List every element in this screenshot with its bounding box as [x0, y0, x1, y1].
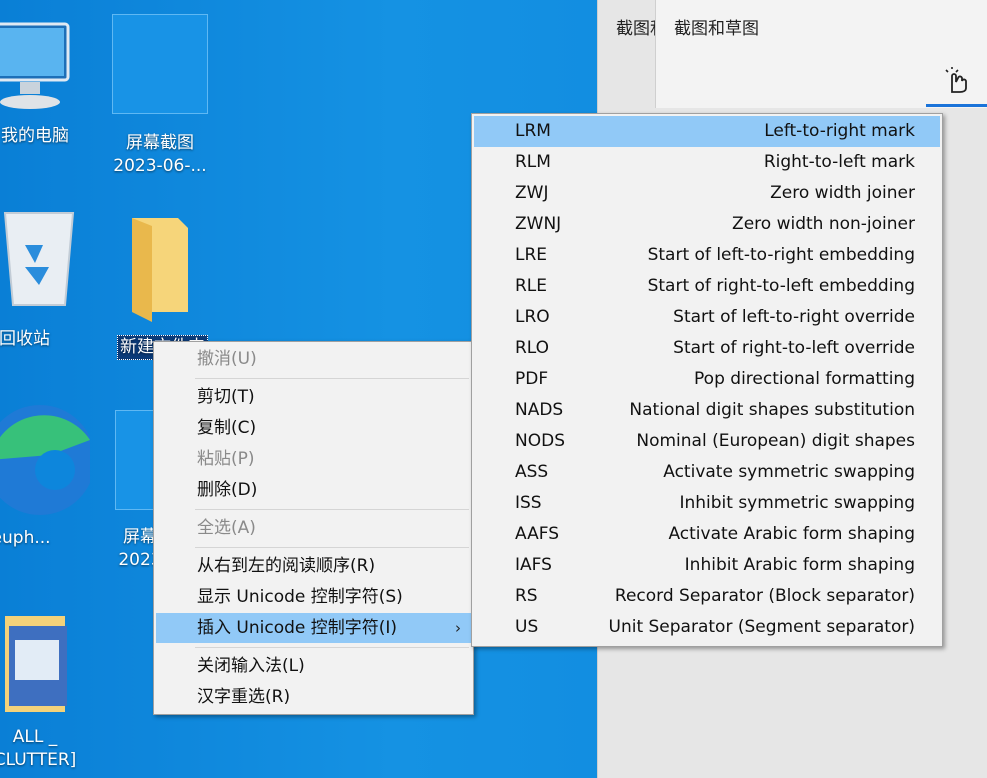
- control-description: Zero width non-joiner: [732, 214, 915, 234]
- menu-separator: [195, 378, 469, 379]
- control-code: AAFS: [515, 524, 560, 544]
- desktop-icon-label: ALL _: [12, 727, 58, 747]
- control-code: RS: [515, 586, 538, 606]
- submenu-item-aafs[interactable]: AAFS Activate Arabic form shaping: [474, 519, 940, 550]
- menu-separator: [195, 547, 469, 548]
- submenu-item-zwj[interactable]: ZWJ Zero width joiner: [474, 178, 940, 209]
- recycle-bin-icon: [3, 212, 75, 306]
- control-description: Activate Arabic form shaping: [668, 524, 915, 544]
- control-code: RLO: [515, 338, 550, 358]
- control-description: Inhibit symmetric swapping: [679, 493, 915, 513]
- control-description: Start of left-to-right override: [673, 307, 915, 327]
- control-code: LRO: [515, 307, 550, 327]
- control-description: Activate symmetric swapping: [663, 462, 915, 482]
- selected-tool-underline: [926, 104, 987, 107]
- submenu-item-nods[interactable]: NODS Nominal (European) digit shapes: [474, 426, 940, 457]
- control-description: Record Separator (Block separator): [614, 586, 915, 606]
- control-description: Start of right-to-left embedding: [647, 276, 915, 296]
- desktop-icon-label: 回收站: [0, 329, 50, 349]
- control-description: Unit Separator (Segment separator): [608, 617, 916, 637]
- submenu-item-pdf[interactable]: PDF Pop directional formatting: [474, 364, 940, 395]
- submenu-item-rlo[interactable]: RLO Start of right-to-left override: [474, 333, 940, 364]
- control-description: Pop directional formatting: [694, 369, 915, 389]
- control-code: ASS: [515, 462, 549, 482]
- control-code: NADS: [515, 400, 564, 420]
- desktop-icon-recycle-bin[interactable]: 回收站: [0, 205, 90, 351]
- submenu-item-lre[interactable]: LRE Start of left-to-right embedding: [474, 240, 940, 271]
- submenu-item-us[interactable]: US Unit Separator (Segment separator): [474, 612, 940, 643]
- menu-item-undo[interactable]: 撤消(U): [156, 344, 471, 374]
- chevron-right-icon: ›: [455, 619, 461, 637]
- desktop-icon-all-clutter[interactable]: ALL _ CLUTTER]: [0, 612, 80, 772]
- desktop-icon-label-line2: 2023-06-...: [113, 156, 207, 176]
- control-description: National digit shapes substitution: [629, 400, 915, 420]
- control-code: LRM: [515, 121, 551, 141]
- screenshot-thumbnail-icon: [115, 410, 155, 510]
- menu-item-copy[interactable]: 复制(C): [156, 413, 471, 443]
- desktop-icon-label: 我的电脑: [1, 126, 69, 146]
- control-code: ZWNJ: [515, 214, 562, 234]
- computer-icon: [0, 22, 70, 109]
- control-description: Start of left-to-right embedding: [647, 245, 915, 265]
- menu-separator: [195, 509, 469, 510]
- control-description: Start of right-to-left override: [673, 338, 915, 358]
- menu-item-rtl-reading-order[interactable]: 从右到左的阅读顺序(R): [156, 551, 471, 581]
- submenu-item-lrm[interactable]: LRM Left-to-right mark: [474, 116, 940, 147]
- folder-media-icon: [5, 616, 67, 712]
- desktop-icon-new-folder[interactable]: 新建文件夹: [105, 212, 220, 360]
- touch-writing-icon[interactable]: [942, 66, 970, 94]
- control-code: ZWJ: [515, 183, 549, 203]
- submenu-item-zwnj[interactable]: ZWNJ Zero width non-joiner: [474, 209, 940, 240]
- desktop-icon-this-pc[interactable]: 我的电脑: [0, 18, 90, 148]
- menu-item-insert-unicode-control[interactable]: 插入 Unicode 控制字符(I) ›: [156, 613, 471, 643]
- control-code: LRE: [515, 245, 548, 265]
- unicode-control-submenu: LRM Left-to-right mark RLM Right-to-left m…: [471, 113, 943, 647]
- control-description: Right-to-left mark: [763, 152, 915, 172]
- control-code: ISS: [515, 493, 542, 513]
- desktop-icon-label: sm-euph...: [0, 528, 51, 548]
- menu-item-delete[interactable]: 删除(D): [156, 475, 471, 505]
- menu-item-paste[interactable]: 粘贴(P): [156, 444, 471, 474]
- menu-item-reconvert[interactable]: 汉字重选(R): [156, 682, 471, 712]
- control-description: Inhibit Arabic form shaping: [684, 555, 915, 575]
- submenu-item-rle[interactable]: RLE Start of right-to-left embedding: [474, 271, 940, 302]
- screenshot-thumbnail-icon: [112, 14, 208, 114]
- control-code: PDF: [515, 369, 549, 389]
- desktop-icon-label: 屏幕截图: [126, 133, 194, 153]
- menu-item-label: 插入 Unicode 控制字符(I): [197, 618, 398, 638]
- menu-separator: [195, 647, 469, 648]
- desktop-icon-screenshot-1[interactable]: 屏幕截图 2023-06-...: [105, 14, 215, 178]
- menu-item-show-unicode-control[interactable]: 显示 Unicode 控制字符(S): [156, 582, 471, 612]
- submenu-item-ass[interactable]: ASS Activate symmetric swapping: [474, 457, 940, 488]
- desktop-icon-label-line2: CLUTTER]: [0, 750, 77, 770]
- desktop-icon-edge[interactable]: sm-euph...: [0, 400, 95, 550]
- submenu-item-lro[interactable]: LRO Start of left-to-right override: [474, 302, 940, 333]
- submenu-item-rlm[interactable]: RLM Right-to-left mark: [474, 147, 940, 178]
- submenu-item-rs[interactable]: RS Record Separator (Block separator): [474, 581, 940, 612]
- context-menu: 撤消(U) 剪切(T) 复制(C) 粘贴(P) 删除(D) 全选(A) 从右到左…: [153, 341, 474, 715]
- control-code: NODS: [515, 431, 565, 451]
- edge-browser-icon: [0, 405, 95, 515]
- control-description: Zero width joiner: [770, 183, 915, 203]
- submenu-item-iafs[interactable]: IAFS Inhibit Arabic form shaping: [474, 550, 940, 581]
- submenu-item-nads[interactable]: NADS National digit shapes substitution: [474, 395, 940, 426]
- menu-item-cut[interactable]: 剪切(T): [156, 382, 471, 412]
- control-code: US: [515, 617, 539, 637]
- control-description: Nominal (European) digit shapes: [636, 431, 915, 451]
- control-code: RLM: [515, 152, 551, 172]
- control-description: Left-to-right mark: [764, 121, 915, 141]
- control-code: RLE: [515, 276, 548, 296]
- control-code: IAFS: [515, 555, 552, 575]
- folder-icon: [131, 218, 188, 322]
- menu-item-close-ime[interactable]: 关闭输入法(L): [156, 651, 471, 681]
- snip-sketch-window-front[interactable]: 截图和草图: [655, 0, 987, 108]
- menu-item-select-all[interactable]: 全选(A): [156, 513, 471, 543]
- submenu-item-iss[interactable]: ISS Inhibit symmetric swapping: [474, 488, 940, 519]
- window-title: 截图和草图: [674, 19, 759, 39]
